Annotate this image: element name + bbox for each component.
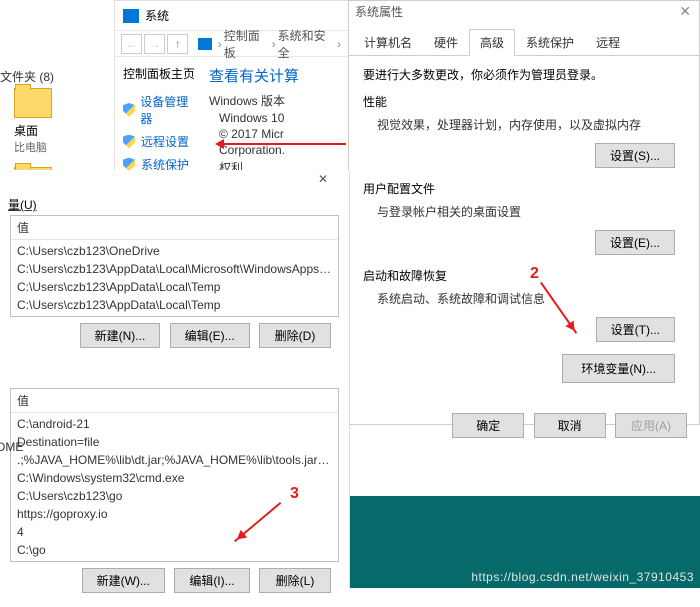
desktop-item[interactable]: 桌面 比电脑 [0, 84, 115, 163]
startup-group-desc: 系统启动、系统故障和调试信息 [363, 290, 685, 307]
user-profile-group-title: 用户配置文件 [363, 180, 685, 197]
list-item[interactable]: C:\Windows\system32\cmd.exe [17, 469, 332, 487]
list-item[interactable]: C:\Users\czb123\AppData\Local\Temp [17, 278, 332, 296]
startup-settings-button[interactable]: 设置(T)... [596, 317, 675, 342]
annotation-marker-2: 2 [530, 265, 539, 283]
windows-edition-label: Windows 版本 [209, 92, 345, 109]
list-item[interactable]: Destination=file [17, 433, 332, 451]
nav-bar: ← → ↑ › 控制面板 › 系统和安全 › [115, 31, 349, 57]
breadcrumb[interactable]: 控制面板 [224, 27, 270, 61]
new-user-var-button[interactable]: 新建(N)... [80, 323, 161, 348]
tab-advanced[interactable]: 高级 [469, 29, 515, 56]
chevron-right-icon: › [218, 37, 222, 51]
edit-system-var-button[interactable]: 编辑(I)... [174, 568, 249, 593]
chevron-right-icon: › [337, 37, 341, 51]
close-icon[interactable]: ✕ [303, 172, 343, 192]
list-item[interactable]: C:\Users\czb123\go [17, 487, 332, 505]
performance-group-title: 性能 [363, 93, 685, 110]
environment-variables-button[interactable]: 环境变量(N)... [562, 354, 675, 383]
list-item[interactable]: C:\Users\czb123\OneDrive [17, 242, 332, 260]
desktop-item-sublabel: 比电脑 [14, 139, 47, 155]
tab-hardware[interactable]: 硬件 [423, 29, 469, 56]
windows-edition-value: Windows 10 [209, 111, 345, 125]
system-variables-list[interactable]: 值 C:\android-21 Destination=file .;%JAVA… [10, 388, 339, 562]
list-item[interactable]: C:\go [17, 541, 332, 559]
forward-button[interactable]: → [144, 34, 165, 54]
admin-note: 要进行大多数更改，你必须作为管理员登录。 [363, 66, 685, 83]
tab-remote[interactable]: 远程 [585, 29, 631, 56]
list-item[interactable]: https://goproxy.io [17, 505, 332, 523]
system-info-heading: 查看有关计算 [209, 65, 345, 86]
cancel-button[interactable]: 取消 [534, 413, 606, 438]
startup-group-title: 启动和故障恢复 [363, 267, 685, 284]
tab-strip: 计算机名 硬件 高级 系统保护 远程 [349, 29, 699, 56]
user-variables-label: 量(U) [8, 196, 37, 214]
ok-button[interactable]: 确定 [452, 413, 524, 438]
new-system-var-button[interactable]: 新建(W)... [82, 568, 165, 593]
list-item[interactable]: .;%JAVA_HOME%\lib\dt.jar;%JAVA_HOME%\lib… [17, 451, 332, 469]
up-button[interactable]: ↑ [167, 34, 188, 54]
control-panel-home[interactable]: 控制面板主页 [123, 65, 197, 82]
shield-icon [123, 135, 135, 149]
edit-user-var-button[interactable]: 编辑(E)... [170, 323, 250, 348]
list-item[interactable]: C:\android-21 [17, 415, 332, 433]
dialog-footer: 确定 取消 应用(A) [349, 405, 699, 446]
chevron-right-icon: › [272, 37, 276, 51]
folder-icon [14, 88, 52, 118]
variable-name-label: OME [0, 440, 23, 454]
tab-computer-name[interactable]: 计算机名 [353, 29, 423, 56]
device-manager-link[interactable]: 设备管理器 [123, 90, 197, 130]
back-button[interactable]: ← [121, 34, 142, 54]
watermark-text: https://blog.csdn.net/weixin_37910453 [471, 570, 694, 584]
dialog-title-bar: 系统属性 ✕ [349, 1, 699, 23]
annotation-arrow [218, 143, 346, 145]
list-column-header: 值 [11, 389, 338, 413]
system-title: 系统 [145, 7, 169, 24]
copyright-text: Corporation. [209, 143, 345, 157]
shield-icon [123, 103, 135, 117]
user-profile-group-desc: 与登录帐户相关的桌面设置 [363, 203, 685, 220]
tab-system-protection[interactable]: 系统保护 [515, 29, 585, 56]
close-icon[interactable]: ✕ [679, 3, 691, 20]
user-variables-list[interactable]: 值 C:\Users\czb123\OneDrive C:\Users\czb1… [10, 215, 339, 317]
folder-count-label: 文件夹 (8) [0, 68, 54, 85]
list-item[interactable]: C:\Users\czb123\AppData\Local\Temp [17, 296, 332, 314]
copyright-text: © 2017 Micr [209, 127, 345, 141]
dialog-title: 系统属性 [355, 5, 403, 19]
list-item[interactable]: 4 [17, 523, 332, 541]
user-profile-settings-button[interactable]: 设置(E)... [595, 230, 675, 255]
annotation-marker-3: 3 [290, 485, 299, 503]
environment-variables-dialog: ✕ 量(U) 值 C:\Users\czb123\OneDrive C:\Use… [0, 170, 350, 588]
computer-icon [123, 9, 139, 23]
performance-settings-button[interactable]: 设置(S)... [595, 143, 675, 168]
list-column-header: 值 [11, 216, 338, 240]
breadcrumb[interactable]: 系统和安全 [278, 27, 335, 61]
desktop-item-label: 桌面 [14, 122, 38, 139]
computer-icon [198, 38, 211, 50]
delete-user-var-button[interactable]: 删除(D) [259, 323, 331, 348]
system-window: 系统 ← → ↑ › 控制面板 › 系统和安全 › 控制面板主页 设备管理器 远… [114, 0, 350, 180]
apply-button[interactable]: 应用(A) [615, 413, 687, 438]
system-properties-dialog: 系统属性 ✕ 计算机名 硬件 高级 系统保护 远程 要进行大多数更改，你必须作为… [348, 0, 700, 425]
list-item[interactable]: C:\Users\czb123\AppData\Local\Microsoft\… [17, 260, 332, 278]
remote-settings-link[interactable]: 远程设置 [123, 130, 197, 153]
performance-group-desc: 视觉效果，处理器计划，内存使用，以及虚拟内存 [363, 116, 685, 133]
delete-system-var-button[interactable]: 删除(L) [259, 568, 331, 593]
